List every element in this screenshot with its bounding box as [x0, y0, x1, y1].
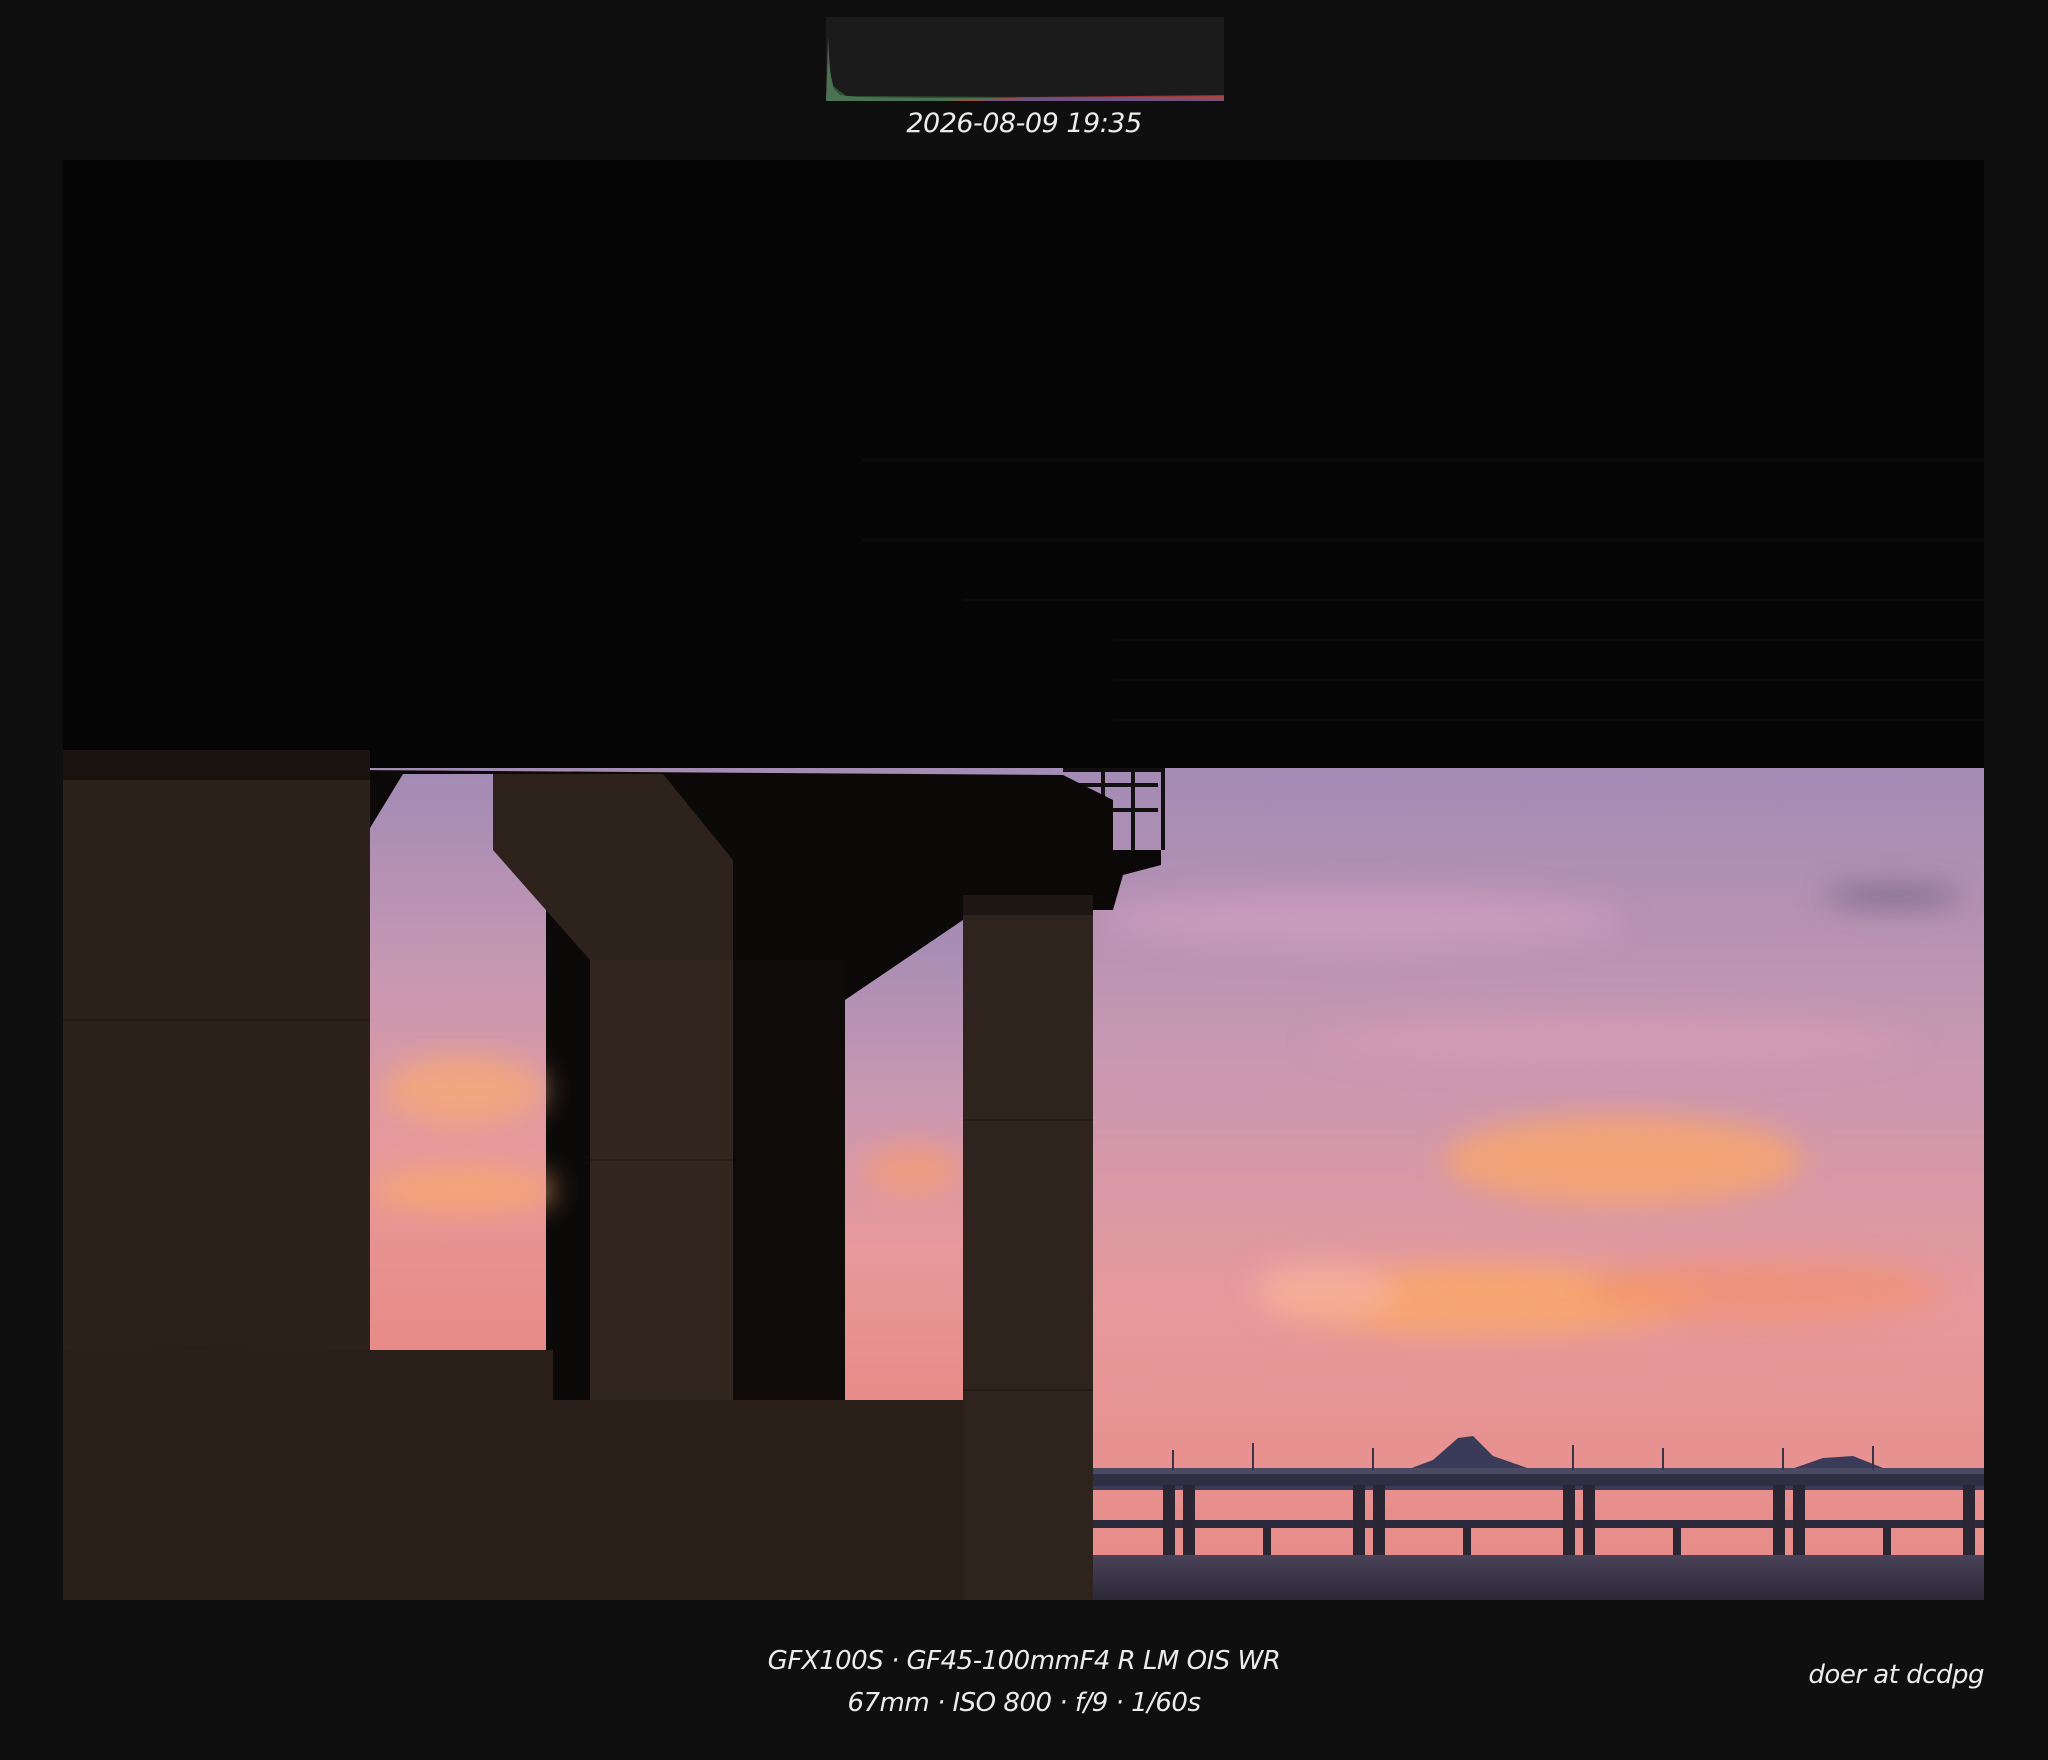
histogram: [826, 17, 1224, 101]
photo: [63, 160, 1984, 1600]
camera-lens-text: GFX100S · GF45-100mmF4 R LM OIS WR: [767, 1646, 1281, 1676]
histogram-graph: [826, 37, 1224, 101]
photo-image: [63, 160, 1984, 1600]
capture-timestamp: 2026-08-09 19:35: [906, 108, 1142, 139]
exif-info: GFX100S · GF45-100mmF4 R LM OIS WR 67mm …: [0, 1640, 2048, 1724]
exposure-settings-text: 67mm · ISO 800 · f/9 · 1/60s: [847, 1688, 1201, 1718]
photographer-credit: doer at dcdpg: [1808, 1660, 1984, 1690]
